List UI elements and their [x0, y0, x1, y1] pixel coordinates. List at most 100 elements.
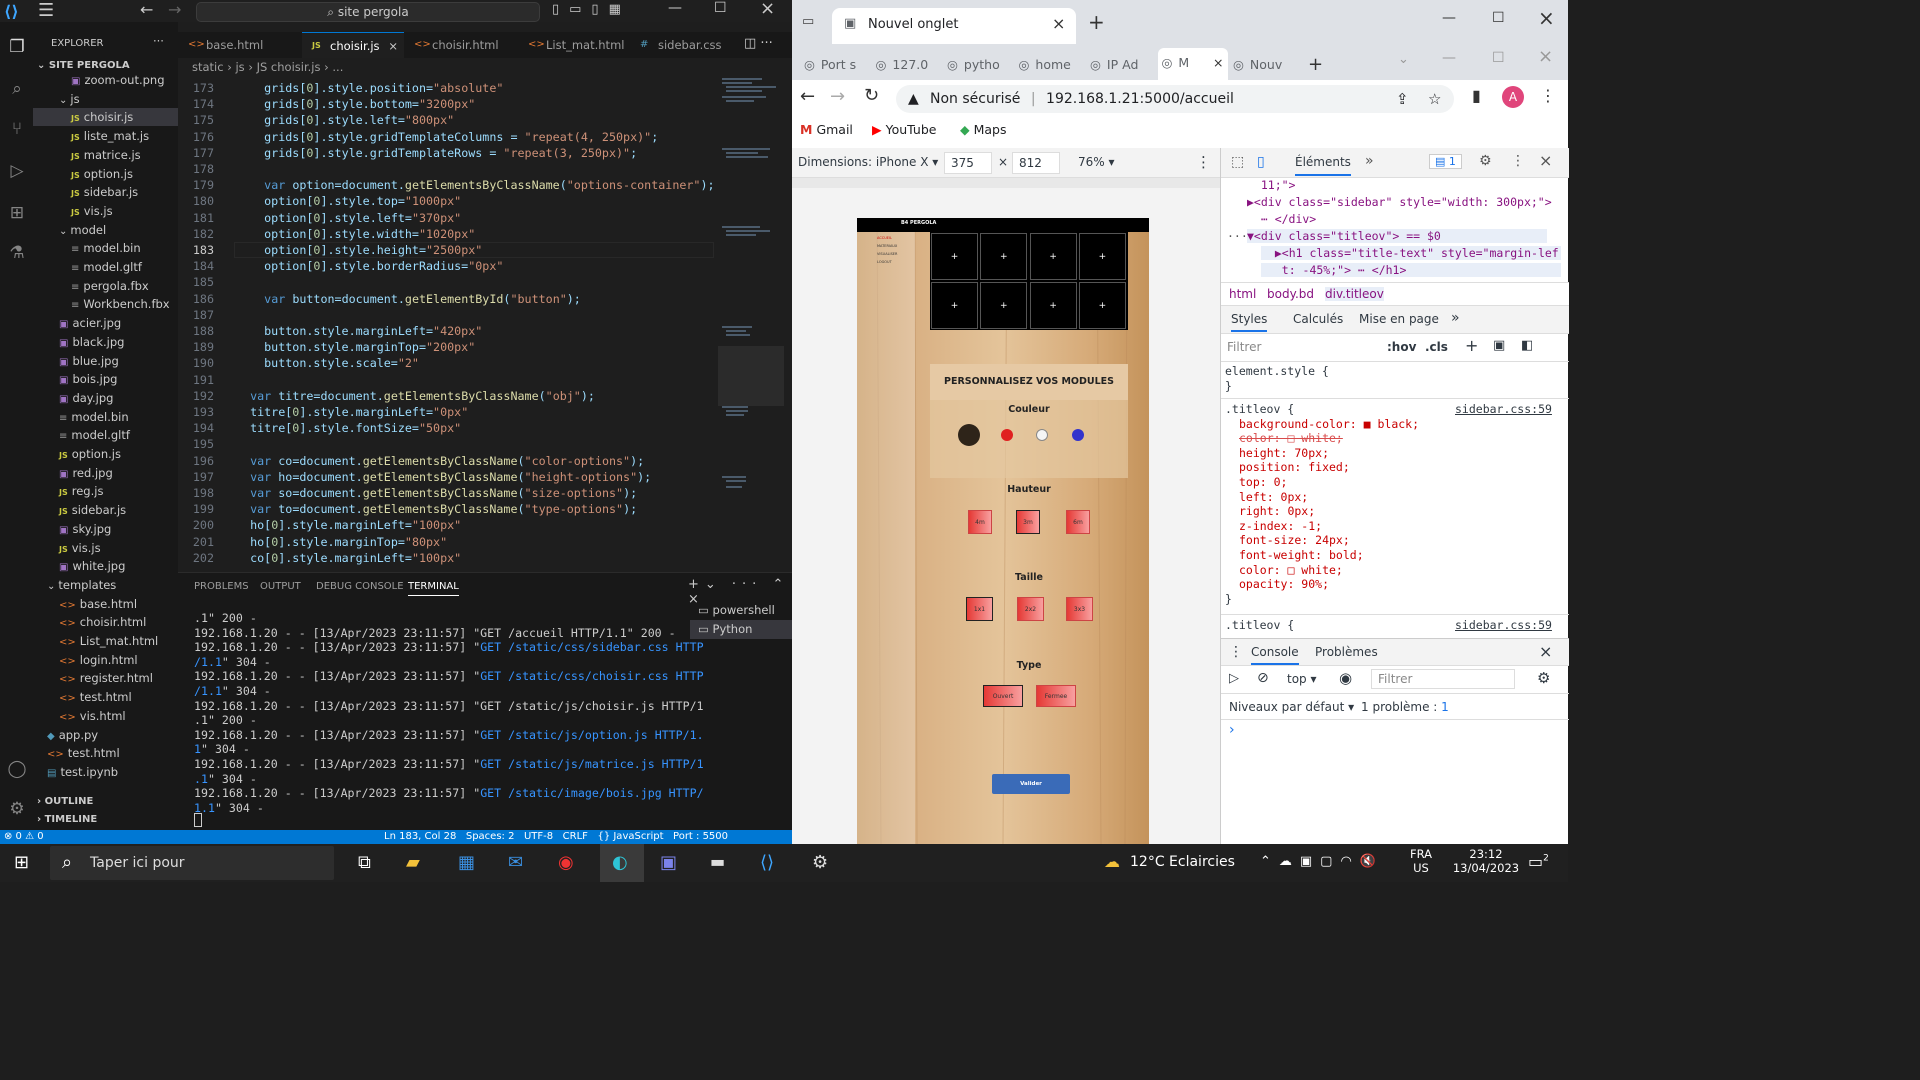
tree-file[interactable]: <> base.html	[33, 595, 178, 613]
editor-tab[interactable]: <> base.html	[178, 32, 302, 58]
tree-file[interactable]: ▣ white.jpg	[33, 557, 178, 575]
account-icon[interactable]: ◯	[6, 758, 28, 780]
new-tab-button[interactable]: +	[1088, 10, 1105, 34]
css-property[interactable]: opacity: 90%;	[1225, 577, 1419, 592]
tree-file[interactable]: JS reg.js	[33, 482, 178, 500]
timeline-section[interactable]: › TIMELINE	[37, 814, 97, 825]
tab-console[interactable]: Console	[1251, 645, 1299, 665]
teams-icon[interactable]: ▣	[660, 852, 677, 873]
minimap[interactable]	[718, 76, 784, 566]
option-button[interactable]: 4m	[968, 510, 992, 534]
code-line[interactable]: ho[0].style.marginLeft="100px"	[236, 517, 461, 533]
device-more-icon[interactable]: ⋮	[1196, 153, 1211, 171]
close-window-button[interactable]: ×	[1538, 6, 1555, 30]
problems-count[interactable]: 1 problème : 1	[1361, 700, 1449, 714]
code-line[interactable]: grids[0].style.bottom="3200px"	[236, 96, 475, 112]
tree-file[interactable]: ▣ black.jpg	[33, 333, 178, 351]
option-button[interactable]: 1x1	[966, 597, 993, 621]
forward-arrow-icon[interactable]: →	[168, 0, 181, 19]
terminal-instance[interactable]: ▭ powershell	[690, 601, 792, 620]
tree-file[interactable]: ≡ model.gltf	[33, 426, 178, 444]
editor-status[interactable]: Ln 183, Col 28 Spaces: 2 UTF-8 CRLF {} J…	[384, 830, 728, 844]
tree-file[interactable]: <> choisir.html	[33, 613, 178, 631]
tree-file[interactable]: JS option.js	[33, 165, 178, 183]
breadcrumb[interactable]: static › js › JS choisir.js › ...	[192, 60, 343, 74]
tree-folder[interactable]: ⌄ model	[33, 221, 178, 239]
option-button[interactable]: Ouvert	[983, 685, 1023, 707]
nav-materiaux[interactable]: MATERIAUX	[877, 242, 897, 250]
color-option-red[interactable]	[1001, 429, 1013, 441]
code-line[interactable]: co[0].style.marginLeft="100px"	[236, 550, 461, 566]
tree-file[interactable]: JS matrice.js	[33, 146, 178, 164]
color-option-blue[interactable]	[1072, 429, 1084, 441]
device-mode-icon[interactable]: ▯	[1257, 154, 1265, 170]
css-property[interactable]: font-size: 24px;	[1225, 533, 1419, 548]
tree-file[interactable]: ▣ day.jpg	[33, 389, 178, 407]
tree-file[interactable]: ▣ sky.jpg	[33, 520, 178, 538]
share-icon[interactable]: ⇪	[1396, 85, 1409, 113]
forward-arrow-icon[interactable]: →	[830, 86, 845, 107]
tree-file[interactable]: <> test.html	[33, 744, 178, 762]
minimize-button[interactable]: —	[668, 0, 682, 16]
outline-section[interactable]: › OUTLINE	[37, 796, 93, 807]
more-tabs-icon[interactable]: »	[1451, 310, 1460, 326]
rule2-source-link[interactable]: sidebar.css:59	[1455, 618, 1552, 632]
weather-text[interactable]: 12°C Eclaircies	[1130, 854, 1235, 870]
settings-gear-icon[interactable]: ⚙	[812, 852, 828, 873]
color-option-black[interactable]	[958, 424, 980, 446]
new-tab-button[interactable]: +	[1308, 54, 1323, 75]
code-line[interactable]: option[0].style.height="2500px"	[236, 242, 482, 258]
tree-file[interactable]: JS vis.js	[33, 539, 178, 557]
tree-file[interactable]: JS liste_mat.js	[33, 127, 178, 145]
code-line[interactable]: var button=document.getElementById("butt…	[236, 291, 581, 307]
editor-tab[interactable]: <> choisir.html	[404, 32, 518, 58]
tree-file[interactable]: JS sidebar.js	[33, 501, 178, 519]
code-line[interactable]: grids[0].style.gridTemplateColumns = "re…	[236, 129, 658, 145]
clock[interactable]: 23:12 13/04/2023	[1448, 847, 1524, 875]
tree-file[interactable]: ▣ blue.jpg	[33, 352, 178, 370]
terminal-instance[interactable]: ▭ Python	[690, 620, 792, 639]
tab-search-icon[interactable]: ▭	[802, 14, 814, 29]
dom-node[interactable]: ▶<h1 class="title-text" style="margin-le…	[1261, 246, 1561, 260]
source-control-icon[interactable]: ⑂	[6, 118, 28, 140]
browser-tab[interactable]: ◎ M ×	[1157, 48, 1228, 80]
terminal-icon[interactable]: ▬	[710, 852, 725, 871]
layout-toggle-icons[interactable]: ▯▭▯▦	[552, 2, 631, 17]
tree-file[interactable]: ≡ model.bin	[33, 239, 178, 257]
code-line[interactable]: var to=document.getElementsByClassName("…	[236, 501, 637, 517]
rule-source-link[interactable]: sidebar.css:59	[1455, 402, 1552, 416]
crumb-div[interactable]: div.titleov	[1325, 287, 1384, 301]
tree-file[interactable]: JS sidebar.js	[33, 183, 178, 201]
module-cell[interactable]: +	[980, 233, 1028, 280]
tree-file[interactable]: ≡ model.gltf	[33, 258, 178, 276]
dom-node[interactable]: ⋯ </div>	[1247, 212, 1547, 226]
problems-status[interactable]: ⊗ 0 ⚠ 0	[4, 830, 44, 844]
minimize-button[interactable]: —	[1442, 50, 1456, 66]
panel-tab[interactable]: OUTPUT	[260, 581, 301, 592]
side-panel-icon[interactable]: ▮	[1472, 86, 1481, 105]
module-cell[interactable]: +	[931, 233, 978, 280]
close-window-button[interactable]: ×	[760, 0, 775, 19]
issues-badge[interactable]: ▤ 1	[1429, 154, 1462, 169]
tree-folder[interactable]: ⌄ js	[33, 90, 178, 108]
zoom-select[interactable]: 76% ▾	[1078, 155, 1115, 169]
add-rule-icon[interactable]: +	[1465, 336, 1478, 355]
close-drawer-icon[interactable]: ×	[1539, 642, 1552, 661]
task-view-icon[interactable]: ⧉	[358, 852, 371, 873]
maximize-button[interactable]: ☐	[1492, 10, 1505, 26]
edge-icon[interactable]: ◐	[600, 844, 644, 882]
valider-button[interactable]: Valider	[992, 774, 1070, 794]
tree-file[interactable]: <> vis.html	[33, 707, 178, 725]
tree-file[interactable]: ≡ Workbench.fbx	[33, 295, 178, 313]
browser-tab[interactable]: ◎ pytho	[943, 50, 1009, 80]
code-editor[interactable]: 173 grids[0].style.position="absolute" 17…	[178, 76, 792, 570]
hov-toggle[interactable]: :hov	[1387, 340, 1416, 354]
split-editor-icon[interactable]: ◫ ···	[744, 36, 773, 51]
more-actions-icon[interactable]: ···	[153, 34, 164, 48]
taskbar-search[interactable]: ⌕ Taper ici pour	[50, 846, 334, 880]
browser-tab[interactable]: ◎ Nouv	[1229, 50, 1295, 80]
panel-tab[interactable]: TERMINAL	[408, 581, 459, 596]
css-property[interactable]: font-weight: bold;	[1225, 548, 1419, 563]
more-tabs-icon[interactable]: »	[1365, 153, 1374, 169]
browser-tab[interactable]: ◎ home	[1015, 50, 1081, 80]
